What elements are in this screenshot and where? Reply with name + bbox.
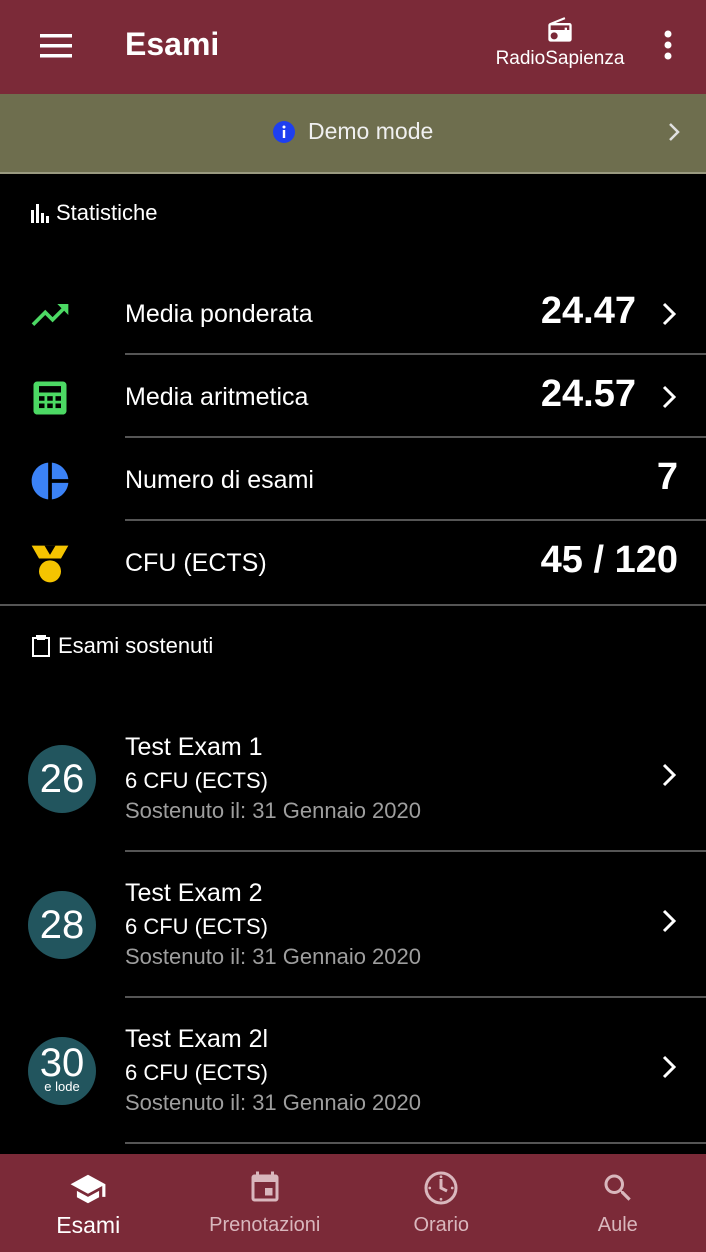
stat-row-numero-esami: Numero di esami 7 xyxy=(0,438,706,521)
exam-cfu: 6 CFU (ECTS) xyxy=(125,1060,268,1085)
school-icon xyxy=(70,1174,106,1204)
radio-sapienza-button[interactable]: RadioSapienza xyxy=(490,16,630,80)
exams-header: Esami sostenuti xyxy=(30,633,213,659)
chevron-right-icon xyxy=(662,1055,677,1079)
info-icon xyxy=(273,120,295,143)
exam-name: Test Exam 1 xyxy=(125,733,263,761)
exam-cfu: 6 CFU (ECTS) xyxy=(125,768,268,793)
medal-icon xyxy=(31,545,69,583)
chevron-right-icon xyxy=(662,909,677,933)
nav-label: Orario xyxy=(413,1214,470,1236)
exam-item[interactable]: 28 Test Exam 2 6 CFU (ECTS) Sostenuto il… xyxy=(0,859,706,1005)
statistics-header: Statistiche xyxy=(30,200,158,226)
chevron-right-icon xyxy=(662,385,677,409)
search-icon xyxy=(604,1174,631,1201)
menu-icon xyxy=(40,34,72,58)
stat-label: CFU (ECTS) xyxy=(125,549,267,577)
stat-row-media-aritmetica[interactable]: Media aritmetica 24.57 xyxy=(0,355,706,438)
exam-item[interactable]: 26 Test Exam 1 6 CFU (ECTS) Sostenuto il… xyxy=(0,713,706,859)
stat-label: Numero di esami xyxy=(125,466,314,494)
demo-mode-banner[interactable]: Demo mode xyxy=(0,94,706,174)
page-title: Esami xyxy=(125,26,220,62)
app-bar: Esami RadioSapienza xyxy=(0,0,706,94)
trending-up-icon xyxy=(31,304,69,326)
nav-label: Esami xyxy=(56,1212,121,1238)
bar-chart-icon xyxy=(31,204,49,223)
calculator-icon xyxy=(33,381,67,415)
stat-value: 24.47 xyxy=(540,290,636,332)
grade-badge: 28 xyxy=(28,891,96,959)
chevron-right-icon xyxy=(662,763,677,787)
chevron-right-icon xyxy=(669,123,680,141)
exam-date: Sostenuto il: 31 Gennaio 2020 xyxy=(125,1090,422,1115)
clipboard-icon xyxy=(32,635,50,657)
nav-label: Prenotazioni xyxy=(209,1214,321,1236)
calendar-icon xyxy=(251,1171,279,1202)
nav-item-orario[interactable]: Orario xyxy=(353,1154,530,1252)
clock-icon xyxy=(424,1171,458,1205)
nav-item-aule[interactable]: Aule xyxy=(530,1154,706,1252)
bottom-navigation: Esami Prenotazioni Orario Aule xyxy=(0,1154,706,1252)
stat-label: Media ponderata xyxy=(125,300,313,328)
stat-label: Media aritmetica xyxy=(125,383,309,411)
radio-icon xyxy=(548,17,572,42)
exams-header-label: Esami sostenuti xyxy=(58,633,214,658)
exam-cfu: 6 CFU (ECTS) xyxy=(125,914,268,939)
grade-lode-label: e lode xyxy=(44,1079,80,1094)
nav-label: Aule xyxy=(597,1214,638,1236)
nav-item-prenotazioni[interactable]: Prenotazioni xyxy=(177,1154,354,1252)
exam-date: Sostenuto il: 31 Gennaio 2020 xyxy=(125,798,422,823)
statistics-header-label: Statistiche xyxy=(56,200,158,225)
more-vert-icon xyxy=(664,30,672,60)
exam-item[interactable]: 30 e lode Test Exam 2l 6 CFU (ECTS) Sost… xyxy=(0,1005,706,1151)
chevron-right-icon xyxy=(662,302,677,326)
pie-chart-icon xyxy=(31,462,69,500)
stat-value: 24.57 xyxy=(540,373,636,415)
radio-label: RadioSapienza xyxy=(495,48,625,69)
divider xyxy=(125,850,706,852)
menu-button[interactable] xyxy=(36,30,76,62)
exam-date: Sostenuto il: 31 Gennaio 2020 xyxy=(125,944,422,969)
stat-value: 45 / 120 xyxy=(540,539,678,581)
demo-mode-text: Demo mode xyxy=(308,118,434,144)
exam-name: Test Exam 2l xyxy=(125,1025,269,1053)
nav-item-esami[interactable]: Esami xyxy=(0,1154,177,1252)
grade-badge: 26 xyxy=(28,745,96,813)
grade-badge: 30 e lode xyxy=(28,1037,96,1105)
more-options-button[interactable] xyxy=(652,26,684,66)
grade-value: 28 xyxy=(39,903,85,947)
stat-row-cfu: CFU (ECTS) 45 / 120 xyxy=(0,521,706,604)
section-divider xyxy=(0,604,706,606)
stat-row-media-ponderata[interactable]: Media ponderata 24.47 xyxy=(0,272,706,355)
stat-value: 7 xyxy=(656,456,678,498)
grade-value: 26 xyxy=(39,757,85,801)
divider xyxy=(125,996,706,998)
exam-name: Test Exam 2 xyxy=(125,879,263,907)
divider xyxy=(125,1142,706,1144)
